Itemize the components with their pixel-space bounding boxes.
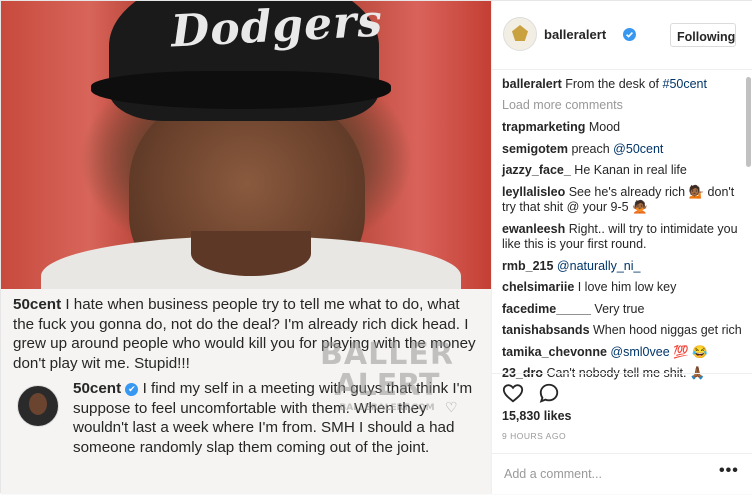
watermark: BALLER ALERT BALLERALERT.COM	[307, 337, 467, 447]
more-options-icon[interactable]: •••	[719, 462, 739, 480]
comment-username[interactable]: facedime_____	[502, 302, 591, 316]
neck-shape	[191, 231, 311, 276]
load-more-comments-link[interactable]: Load more comments	[502, 98, 742, 114]
comment-mention[interactable]: @50cent	[613, 142, 663, 156]
comment-row: chelsimariie I love him low key	[502, 280, 742, 296]
comment-text: I love him low key	[574, 280, 677, 295]
heart-icon[interactable]	[502, 382, 524, 404]
comment-username[interactable]: chelsimariie	[502, 280, 574, 294]
comment-mention[interactable]: @naturally_ni_	[557, 259, 641, 273]
comment-row: tanishabsands When hood niggas get rich	[502, 323, 742, 339]
image-caption-username: 50cent	[13, 296, 62, 313]
following-button[interactable]: Following	[670, 23, 736, 47]
comment-text: preach	[568, 141, 614, 156]
post-image[interactable]: Dodgers 50cent I hate when business peop…	[1, 1, 491, 494]
post-header: balleralert Following	[492, 1, 752, 70]
comment-text: When hood niggas get rich	[589, 323, 742, 338]
likes-count[interactable]: 15,830 likes	[502, 409, 572, 423]
comment-row: trapmarketing Mood	[502, 120, 742, 136]
verified-badge-icon	[623, 28, 636, 41]
instagram-post: Dodgers 50cent I hate when business peop…	[0, 0, 752, 494]
comment-text: He Kanan in real life	[570, 163, 687, 178]
comment-row: semigotem preach @50cent	[502, 142, 742, 158]
comment-username[interactable]: trapmarketing	[502, 120, 585, 134]
comment-text: Very true	[590, 301, 645, 316]
comment-row: rmb_215 @naturally_ni_	[502, 259, 742, 275]
comment-username[interactable]: jazzy_face_	[502, 163, 571, 177]
post-sidebar: balleralert Following balleralert From t…	[491, 1, 752, 494]
comment-username[interactable]: tamika_chevonne	[502, 345, 607, 359]
add-comment-bar: •••	[492, 453, 752, 495]
comment-row: facedime_____ Very true	[502, 302, 742, 318]
header-username[interactable]: balleralert	[544, 27, 606, 42]
comment-username[interactable]: leyllalisleo	[502, 185, 565, 199]
verified-badge-icon: ✔	[125, 383, 139, 396]
caption: balleralert From the desk of #50cent	[502, 77, 742, 93]
watermark-line-2: ALERT	[334, 368, 440, 403]
cap-brim-shape	[91, 71, 391, 109]
comment-row: ewanleesh Right.. will try to intimidate…	[502, 222, 742, 253]
comments-list: balleralert From the desk of #50cent Loa…	[502, 77, 742, 388]
comment-username[interactable]: ewanleesh	[502, 222, 565, 236]
caption-text: From the desk of	[561, 77, 663, 91]
comment-icon[interactable]	[538, 382, 560, 404]
comment-username[interactable]: rmb_215	[502, 259, 553, 273]
post-actions: 15,830 likes 9 HOURS AGO	[492, 373, 752, 441]
post-timestamp[interactable]: 9 HOURS AGO	[502, 431, 566, 441]
comment-text: Mood	[585, 120, 621, 135]
caption-hashtag[interactable]: #50cent	[663, 77, 707, 91]
avatar[interactable]	[503, 17, 537, 51]
comment-suffix: 💯 😂	[669, 344, 708, 359]
caption-username[interactable]: balleralert	[502, 77, 562, 91]
add-comment-input[interactable]	[502, 461, 706, 487]
comment-mention[interactable]: @sml0vee	[610, 345, 669, 359]
comment-row: jazzy_face_ He Kanan in real life	[502, 163, 742, 179]
avatar	[17, 385, 59, 427]
photo: Dodgers	[1, 1, 491, 289]
image-comment-username: 50cent	[73, 380, 122, 397]
watermark-line-1: BALLER	[320, 337, 454, 372]
comments-scrollbar[interactable]	[746, 77, 751, 167]
comment-row: leyllalisleo See he's already rich 💁🏾 do…	[502, 185, 742, 216]
comment-username[interactable]: tanishabsands	[502, 323, 590, 337]
comment-row: tamika_chevonne @sml0vee 💯 😂	[502, 345, 742, 361]
watermark-line-3: BALLERALERT.COM	[339, 403, 435, 413]
action-icons	[502, 382, 570, 406]
comment-username[interactable]: semigotem	[502, 142, 568, 156]
